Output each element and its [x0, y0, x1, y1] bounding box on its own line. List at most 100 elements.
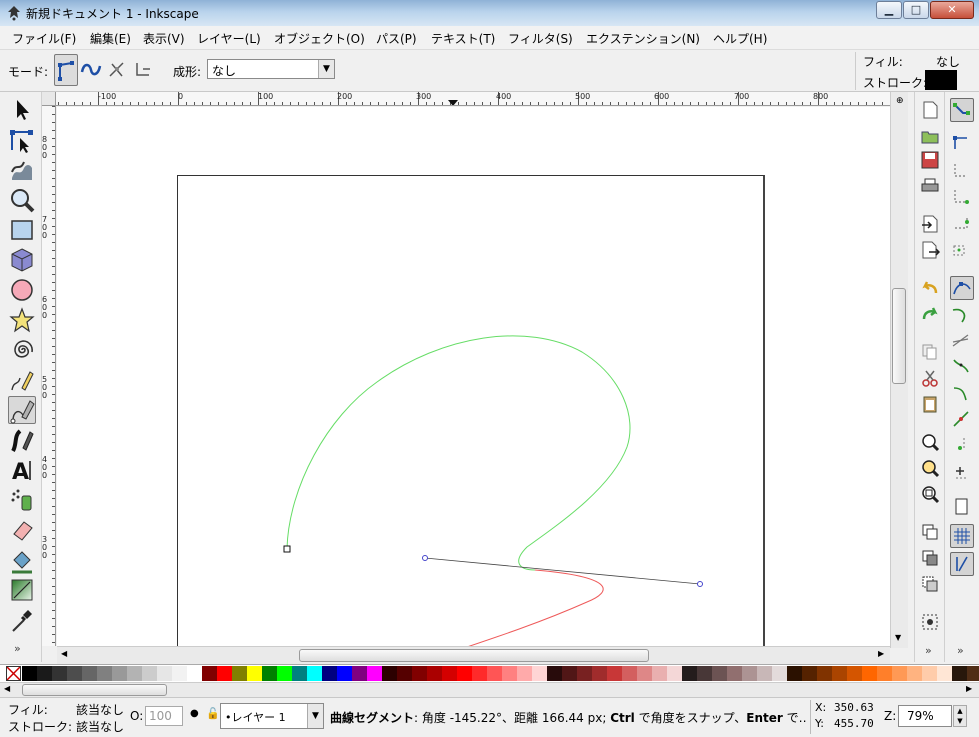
color-swatch[interactable]: [817, 666, 832, 681]
color-swatch[interactable]: [127, 666, 142, 681]
color-swatch[interactable]: [307, 666, 322, 681]
color-swatch[interactable]: [37, 666, 52, 681]
gradient-tool[interactable]: [8, 576, 36, 604]
color-swatch[interactable]: [367, 666, 382, 681]
tweak-tool[interactable]: [8, 156, 36, 184]
color-swatch[interactable]: [772, 666, 787, 681]
color-swatch[interactable]: [517, 666, 532, 681]
print-button[interactable]: [920, 176, 940, 196]
snap-object-center-button[interactable]: [950, 434, 974, 458]
color-swatch[interactable]: [412, 666, 427, 681]
drawing-canvas[interactable]: [57, 107, 890, 646]
color-swatch[interactable]: [922, 666, 937, 681]
mode-paraxial-button[interactable]: [132, 54, 156, 86]
zoom-corner-icon[interactable]: ⊕: [896, 96, 904, 106]
palette-scroll-thumb[interactable]: [22, 684, 167, 696]
color-swatch[interactable]: [757, 666, 772, 681]
3d-box-tool[interactable]: [8, 246, 36, 274]
layer-visibility-icon[interactable]: ●: [190, 708, 199, 719]
import-button[interactable]: [920, 214, 940, 234]
rectangle-tool[interactable]: [8, 216, 36, 244]
new-document-button[interactable]: [920, 100, 940, 120]
text-tool[interactable]: A: [8, 456, 36, 485]
color-swatch[interactable]: [187, 666, 202, 681]
green-bezier-path[interactable]: [286, 335, 631, 571]
color-swatch[interactable]: [322, 666, 337, 681]
color-swatch[interactable]: [907, 666, 922, 681]
selector-tool[interactable]: [8, 96, 36, 124]
export-button[interactable]: [920, 240, 941, 260]
redo-button[interactable]: [920, 304, 940, 324]
snap-bbox-button[interactable]: [950, 132, 974, 156]
color-swatch[interactable]: [292, 666, 307, 681]
mode-bezier-button[interactable]: [54, 54, 78, 86]
color-swatch[interactable]: [82, 666, 97, 681]
vertical-scrollbar[interactable]: ⊕ ▼: [890, 92, 908, 648]
color-swatch[interactable]: [382, 666, 397, 681]
color-swatch[interactable]: [952, 666, 967, 681]
menu-file[interactable]: ファイル(F): [12, 30, 76, 47]
zoom-field[interactable]: 79%: [898, 705, 952, 727]
xml-editor-button[interactable]: [920, 612, 940, 632]
menu-help[interactable]: ヘルプ(H): [713, 30, 767, 47]
color-swatch[interactable]: [487, 666, 502, 681]
palette-scroll-right-icon[interactable]: ▶: [966, 684, 972, 693]
color-swatch[interactable]: [142, 666, 157, 681]
menu-layer[interactable]: レイヤー(L): [197, 30, 261, 47]
snap-midpoint-button[interactable]: [950, 408, 974, 432]
color-swatch[interactable]: [337, 666, 352, 681]
snap-grid-button[interactable]: [950, 524, 974, 548]
color-swatch[interactable]: [682, 666, 697, 681]
color-swatch[interactable]: [397, 666, 412, 681]
color-swatch[interactable]: [247, 666, 262, 681]
color-swatch[interactable]: [562, 666, 577, 681]
commands-more-icon[interactable]: »: [925, 644, 932, 657]
snap-cusp-button[interactable]: [950, 356, 974, 380]
undo-button[interactable]: [920, 278, 940, 298]
drawing-layer[interactable]: [57, 107, 890, 646]
color-swatch[interactable]: [892, 666, 907, 681]
no-paint-swatch[interactable]: [6, 666, 21, 681]
unlink-clone-button[interactable]: [920, 574, 940, 594]
node-tool[interactable]: [8, 126, 36, 154]
color-swatch[interactable]: [742, 666, 757, 681]
color-swatch[interactable]: [157, 666, 172, 681]
snap-bbox-edge-button[interactable]: [950, 160, 974, 184]
eraser-tool[interactable]: [8, 516, 36, 544]
shape-select[interactable]: なし ▼: [207, 59, 335, 79]
open-button[interactable]: [920, 126, 940, 146]
snap-guide-button[interactable]: [950, 552, 974, 576]
stroke-color-swatch[interactable]: [925, 70, 957, 90]
snap-smooth-button[interactable]: [950, 382, 974, 406]
palette-scroll-left-icon[interactable]: ◀: [4, 684, 10, 693]
color-swatch[interactable]: [22, 666, 37, 681]
zoom-spinner-icon[interactable]: ▲ ▼: [953, 705, 967, 727]
snap-paths-button[interactable]: [950, 304, 974, 328]
color-swatch[interactable]: [172, 666, 187, 681]
ellipse-tool[interactable]: [8, 276, 36, 304]
color-swatch[interactable]: [832, 666, 847, 681]
spiral-tool[interactable]: [8, 336, 36, 364]
paint-bucket-tool[interactable]: [8, 546, 36, 574]
color-swatch[interactable]: [637, 666, 652, 681]
menu-extensions[interactable]: エクステンション(N): [586, 30, 700, 47]
calligraphy-tool[interactable]: [8, 426, 36, 454]
color-swatch[interactable]: [607, 666, 622, 681]
copy-button[interactable]: [920, 342, 940, 362]
snap-bbox-corner-button[interactable]: [950, 186, 974, 210]
color-swatch[interactable]: [862, 666, 877, 681]
snap-toggle-button[interactable]: [950, 98, 974, 122]
color-swatch[interactable]: [697, 666, 712, 681]
color-swatch[interactable]: [577, 666, 592, 681]
close-button[interactable]: ✕: [930, 1, 974, 19]
color-swatch[interactable]: [52, 666, 67, 681]
vertical-scroll-thumb[interactable]: [892, 288, 906, 384]
color-swatch[interactable]: [472, 666, 487, 681]
scroll-left-arrow-icon[interactable]: ◀: [61, 649, 67, 658]
star-tool[interactable]: [8, 306, 36, 334]
save-button[interactable]: [920, 150, 940, 170]
color-swatch[interactable]: [652, 666, 667, 681]
opacity-spinner[interactable]: 100: [145, 706, 183, 726]
scroll-right-arrow-icon[interactable]: ▶: [878, 649, 884, 658]
color-swatch[interactable]: [97, 666, 112, 681]
